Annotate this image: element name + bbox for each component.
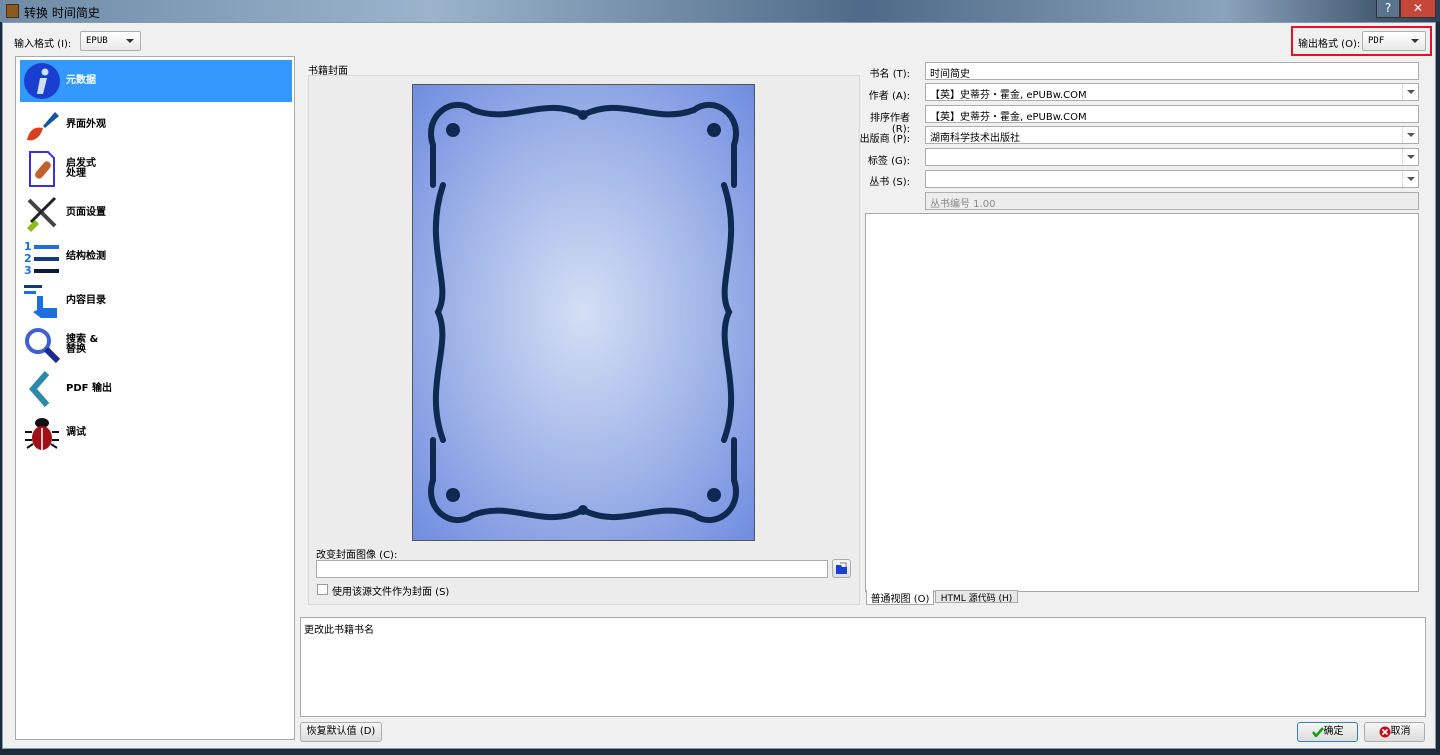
svg-text:3: 3 — [24, 264, 32, 276]
title-label: 书名 (T): — [869, 69, 910, 80]
tools-icon — [22, 193, 62, 233]
sidebar-item-page-setup[interactable]: 页面设置 — [20, 192, 292, 234]
sidebar-item-label: PDF 输出 — [66, 383, 112, 394]
document-bandage-icon — [22, 149, 62, 189]
checkmark-icon — [1311, 727, 1324, 737]
bug-icon — [22, 413, 62, 453]
restore-defaults-button[interactable]: 恢复默认值 (D) — [300, 722, 382, 742]
ok-label: 确定 — [1323, 726, 1344, 737]
chevron-down-icon[interactable] — [1402, 171, 1418, 187]
close-button[interactable]: ✕ — [1400, 0, 1436, 18]
sidebar-item-label: 内容目录 — [66, 295, 106, 306]
cover-image — [412, 84, 755, 541]
publisher-value: 湖南科学技术出版社 — [930, 133, 1020, 144]
cancel-button[interactable]: 取消 — [1364, 722, 1425, 742]
output-format-select[interactable]: PDF — [1362, 31, 1426, 51]
comments-editor[interactable] — [865, 213, 1419, 592]
chevron-down-icon[interactable] — [1402, 149, 1418, 165]
sidebar-item-look-and-feel[interactable]: 界面外观 — [20, 104, 292, 146]
app-icon — [6, 4, 19, 18]
author-label: 作者 (A): — [868, 91, 910, 102]
input-format-select[interactable]: EPUB — [80, 31, 141, 51]
sidebar-item-label: 界面外观 — [66, 119, 106, 130]
change-cover-label: 改变封面图像 (C): — [316, 550, 398, 561]
info-icon — [22, 61, 62, 101]
window-title: 转换 时间简史 — [24, 6, 100, 20]
tags-label: 标签 (G): — [867, 156, 910, 167]
sidebar-item-pdf-output[interactable]: PDF 输出 — [20, 368, 292, 410]
sidebar-item-metadata[interactable]: 元数据 — [20, 60, 292, 102]
help-text-box: 更改此书籍书名 — [300, 617, 1426, 717]
sidebar-item-debug[interactable]: 调试 — [20, 412, 292, 454]
sidebar-item-label: 启发式 处理 — [66, 158, 96, 179]
paintbrush-icon — [22, 105, 62, 145]
sidebar: 元数据 界面外观 启发式 处理 页面设置 123 结构检测 内容目录 搜索 & … — [15, 56, 295, 740]
ok-button[interactable]: 确定 — [1297, 722, 1358, 742]
publisher-label: 出版商 (P): — [859, 134, 910, 145]
sidebar-item-search-replace[interactable]: 搜索 & 替换 — [20, 324, 292, 366]
input-format-label: 输入格式 (I): — [14, 39, 72, 50]
folder-open-icon — [836, 562, 847, 574]
author-sort-input[interactable]: 【英】史蒂芬・霍金, ePUBw.COM — [925, 105, 1419, 123]
cancel-icon — [1379, 726, 1390, 738]
help-button[interactable]: ? — [1376, 0, 1400, 18]
chevron-down-icon[interactable] — [1402, 127, 1418, 143]
cover-path-input[interactable] — [316, 560, 828, 578]
numbered-list-icon: 123 — [22, 237, 62, 277]
tags-combo[interactable] — [925, 148, 1419, 166]
use-source-cover-checkbox[interactable] — [317, 584, 328, 595]
chevron-left-icon — [22, 369, 62, 409]
sidebar-item-label: 调试 — [66, 427, 86, 438]
sidebar-item-heuristics[interactable]: 启发式 处理 — [20, 148, 292, 190]
title-input[interactable]: 时间简史 — [925, 62, 1419, 80]
input-format-value: EPUB — [86, 36, 108, 46]
output-format-value: PDF — [1368, 36, 1385, 46]
tab-normal-view[interactable]: 普通视图 (O) — [866, 590, 934, 605]
tab-html-source[interactable]: HTML 源代码 (H) — [935, 590, 1018, 604]
output-format-label: 输出格式 (O): — [1298, 39, 1361, 50]
publisher-combo[interactable]: 湖南科学技术出版社 — [925, 126, 1419, 144]
chevron-down-icon — [1411, 39, 1419, 43]
browse-cover-button[interactable] — [832, 559, 851, 578]
magnifier-icon — [22, 325, 62, 365]
sidebar-item-structure-detection[interactable]: 123 结构检测 — [20, 236, 292, 278]
chevron-down-icon — [126, 39, 134, 43]
chevron-down-icon[interactable] — [1402, 84, 1418, 100]
sidebar-item-label: 元数据 — [66, 75, 96, 86]
series-label: 丛书 (S): — [869, 177, 910, 188]
sidebar-item-label: 结构检测 — [66, 251, 106, 262]
sidebar-item-label: 搜索 & 替换 — [66, 334, 99, 355]
cancel-label: 取消 — [1390, 726, 1411, 737]
author-combo[interactable]: 【英】史蒂芬・霍金, ePUBw.COM — [925, 83, 1419, 101]
series-combo[interactable] — [925, 170, 1419, 188]
sidebar-item-label: 页面设置 — [66, 207, 106, 218]
toc-hand-icon — [22, 281, 62, 321]
use-source-cover-label: 使用该源文件作为封面 (S) — [332, 587, 450, 598]
series-index-spinbox[interactable]: 丛书编号 1.00 — [925, 192, 1419, 210]
author-value: 【英】史蒂芬・霍金, ePUBw.COM — [930, 90, 1087, 101]
sidebar-item-toc[interactable]: 内容目录 — [20, 280, 292, 322]
title-bar: 转换 时间简史 ? ✕ — [0, 0, 1440, 22]
